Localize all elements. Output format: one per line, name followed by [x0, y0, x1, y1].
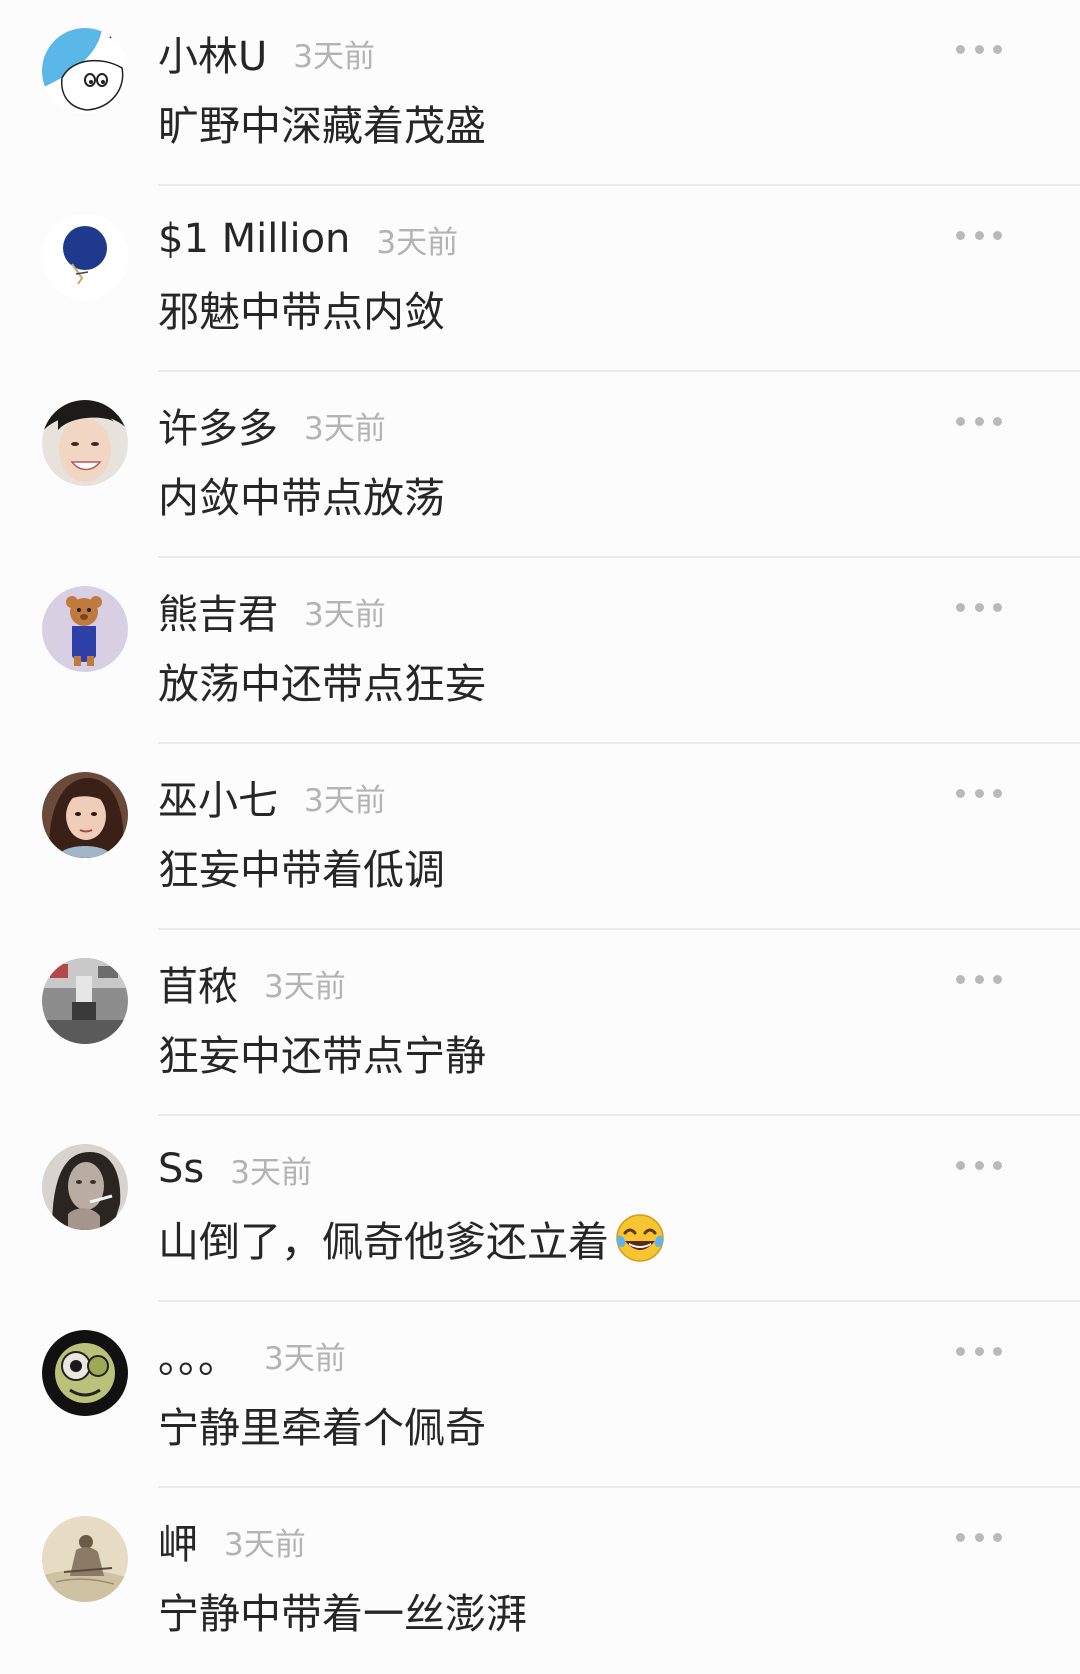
- username[interactable]: 岬: [158, 1512, 198, 1570]
- tears-of-joy-emoji-icon: [613, 1211, 667, 1265]
- comment-item[interactable]: 巫小七 3天前 狂妄中带着低调: [0, 744, 1080, 930]
- comment-text-content: 旷野中深藏着茂盛: [158, 102, 486, 150]
- more-options-icon[interactable]: [956, 972, 1002, 986]
- timestamp: 3天前: [264, 1340, 346, 1377]
- comment-text-content: 山倒了，佩奇他爹还立着: [158, 1218, 609, 1266]
- timestamp: 3天前: [293, 38, 376, 75]
- alien-avatar[interactable]: [42, 1330, 128, 1416]
- painting-avatar[interactable]: [42, 1516, 128, 1602]
- bw-portrait-avatar[interactable]: [42, 1144, 128, 1230]
- comment-text: 邪魅中带点内敛: [158, 278, 445, 338]
- more-options-icon[interactable]: [956, 228, 1002, 242]
- username[interactable]: 小林U: [158, 24, 267, 82]
- username[interactable]: 苜秾: [158, 954, 238, 1012]
- more-options-icon[interactable]: [956, 600, 1002, 614]
- timestamp: 3天前: [224, 1526, 306, 1563]
- comment-text: 放荡中还带点狂妄: [158, 650, 486, 710]
- timestamp: 3天前: [264, 968, 346, 1005]
- comment-list: 小林U 3天前 旷野中深藏着茂盛 $1 Million 3天前 邪魅中带点内敛: [0, 0, 1080, 1674]
- comment-text-content: 狂妄中还带点宁静: [158, 1032, 486, 1080]
- portrait-avatar[interactable]: [42, 772, 128, 858]
- comment-text-content: 邪魅中带点内敛: [158, 288, 445, 336]
- more-options-icon[interactable]: [956, 1530, 1002, 1544]
- comment-item[interactable]: $1 Million 3天前 邪魅中带点内敛: [0, 186, 1080, 372]
- username[interactable]: 许多多: [158, 396, 278, 454]
- comment-text: 狂妄中带着低调: [158, 836, 445, 896]
- timestamp: 3天前: [230, 1154, 312, 1191]
- timestamp: 3天前: [304, 782, 386, 819]
- comment-text-content: 狂妄中带着低调: [158, 846, 445, 894]
- comment-item[interactable]: 熊吉君 3天前 放荡中还带点狂妄: [0, 558, 1080, 744]
- comment-text: 狂妄中还带点宁静: [158, 1022, 486, 1082]
- comment-text-content: 宁静中带着一丝澎湃: [158, 1590, 527, 1638]
- comment-text: 宁静中带着一丝澎湃: [158, 1580, 527, 1640]
- comment-text-content: 内敛中带点放荡: [158, 474, 445, 522]
- blue-fan-avatar[interactable]: [42, 214, 128, 300]
- comment-text: 旷野中深藏着茂盛: [158, 92, 486, 152]
- username[interactable]: 。。。: [158, 1326, 238, 1384]
- comment-item[interactable]: Ss 3天前 山倒了，佩奇他爹还立着: [0, 1116, 1080, 1302]
- comment-item[interactable]: 岬 3天前 宁静中带着一丝澎湃: [0, 1488, 1080, 1674]
- username[interactable]: 巫小七: [158, 768, 278, 826]
- more-options-icon[interactable]: [956, 42, 1002, 56]
- username[interactable]: Ss: [158, 1146, 204, 1192]
- bear-avatar[interactable]: [42, 586, 128, 672]
- comment-item[interactable]: 苜秾 3天前 狂妄中还带点宁静: [0, 930, 1080, 1116]
- comment-text: 山倒了，佩奇他爹还立着: [158, 1208, 667, 1268]
- timestamp: 3天前: [304, 596, 386, 633]
- smiling-face-avatar[interactable]: [42, 400, 128, 486]
- more-options-icon[interactable]: [956, 786, 1002, 800]
- more-options-icon[interactable]: [956, 1158, 1002, 1172]
- comment-item[interactable]: 小林U 3天前 旷野中深藏着茂盛: [0, 0, 1080, 186]
- photo-avatar[interactable]: [42, 958, 128, 1044]
- comment-text: 宁静里牵着个佩奇: [158, 1394, 486, 1454]
- comment-item[interactable]: 。。。 3天前 宁静里牵着个佩奇: [0, 1302, 1080, 1488]
- timestamp: 3天前: [304, 410, 386, 447]
- comment-text-content: 宁静里牵着个佩奇: [158, 1404, 486, 1452]
- more-options-icon[interactable]: [956, 1344, 1002, 1358]
- username[interactable]: $1 Million: [158, 216, 350, 262]
- username[interactable]: 熊吉君: [158, 582, 278, 640]
- comment-text-content: 放荡中还带点狂妄: [158, 660, 486, 708]
- comment-text: 内敛中带点放荡: [158, 464, 445, 524]
- timestamp: 3天前: [376, 224, 459, 261]
- more-options-icon[interactable]: [956, 414, 1002, 428]
- comment-item[interactable]: 许多多 3天前 内敛中带点放荡: [0, 372, 1080, 558]
- cartoon-avatar[interactable]: [42, 28, 128, 114]
